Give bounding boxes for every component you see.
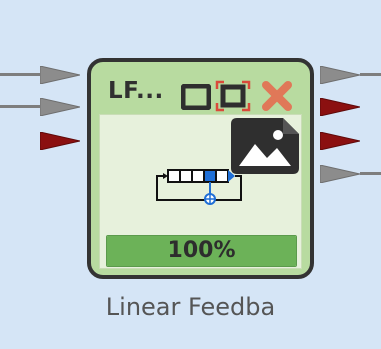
input-wire-1	[0, 73, 40, 76]
workflow-canvas[interactable]: LF... 100% Linear Feedba	[0, 0, 381, 349]
progress-bar: 100%	[106, 235, 297, 267]
output-arrow-1-icon	[320, 66, 360, 84]
block-caption[interactable]: Linear Feedba	[0, 293, 381, 321]
input-arrow-2-icon	[40, 98, 80, 116]
fit-icon[interactable]	[215, 80, 251, 112]
output-port-1[interactable]	[320, 66, 381, 84]
input-arrow-1-icon	[40, 66, 80, 84]
output-arrow-2-icon	[320, 98, 360, 116]
input-wire-2	[0, 105, 40, 108]
output-wire-1	[360, 73, 381, 76]
input-port-3[interactable]	[40, 132, 82, 150]
output-wire-4	[360, 172, 381, 175]
lfsr-icon	[156, 169, 242, 205]
progress-label: 100%	[167, 238, 236, 263]
input-port-1[interactable]	[0, 66, 82, 84]
output-port-3[interactable]	[320, 132, 362, 150]
input-port-2[interactable]	[0, 98, 82, 116]
close-icon[interactable]	[261, 80, 293, 112]
lfsr-block[interactable]: LF... 100%	[87, 58, 314, 279]
block-title: LF...	[108, 78, 164, 104]
output-arrow-3-icon	[320, 132, 360, 150]
output-port-4[interactable]	[320, 165, 381, 183]
input-arrow-3-icon	[40, 132, 80, 150]
restore-icon[interactable]	[181, 84, 211, 110]
output-arrow-4-icon	[320, 165, 360, 183]
output-port-2[interactable]	[320, 98, 362, 116]
